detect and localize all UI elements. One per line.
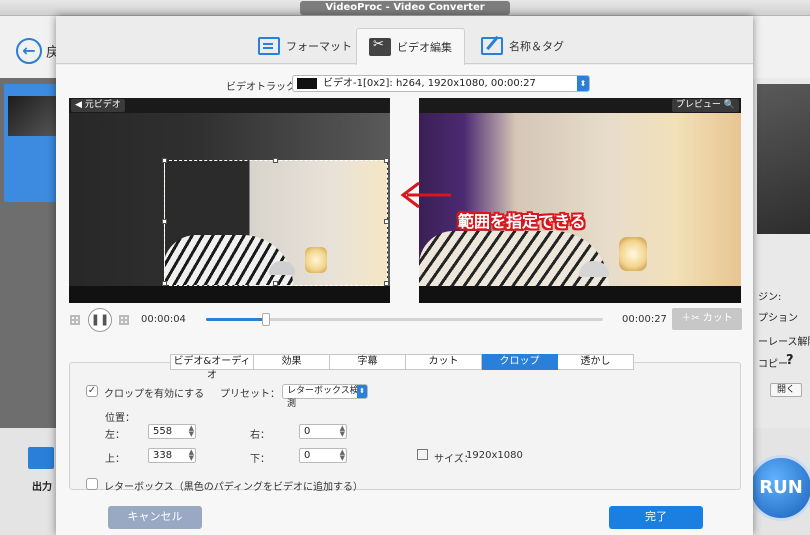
run-button[interactable]: RUN <box>748 455 810 521</box>
preset-select[interactable]: レターボックス検測 ⬍ <box>282 384 368 409</box>
video-track-value: ビデオ-1[0x2]: h264, 1920x1080, 00:00:27 <box>323 78 536 89</box>
right-label-copy[interactable]: コピー <box>758 355 788 370</box>
preset-label: プリセット： <box>220 389 280 400</box>
right-label-deinterlace[interactable]: ーレース解除 <box>758 333 810 348</box>
top-tab-bar: フォーマット ビデオ編集 名称＆タグ <box>56 16 753 65</box>
scene-bed <box>165 235 293 285</box>
video-thumbnail <box>8 96 56 136</box>
preset-value: レターボックス検測 <box>287 386 359 409</box>
back-arrow-icon[interactable]: ← <box>16 38 42 64</box>
crop-right-input[interactable]: 0 ▲ ▼ <box>299 424 347 439</box>
crop-handle-right[interactable] <box>384 219 389 224</box>
crop-handle-top-right[interactable] <box>384 158 389 163</box>
crop-enable-label: クロップを有効にする <box>104 389 205 400</box>
crop-handle-top-left[interactable] <box>162 158 167 163</box>
video-edit-icon <box>369 37 391 56</box>
tab-name-tag-label: 名称＆タグ <box>509 40 564 53</box>
preview-label[interactable]: プレビュー 🔍 <box>671 99 739 112</box>
crop-left-input[interactable]: 558 ▲ ▼ <box>148 424 196 439</box>
stepper-icon[interactable]: ▲ ▼ <box>189 449 194 462</box>
position-label: 位置： <box>105 413 135 424</box>
crop-bottom-input[interactable]: 0 ▲ ▼ <box>299 448 347 463</box>
preview-scene-lamp <box>619 237 647 271</box>
chevron-down-icon: ⬍ <box>577 76 589 91</box>
seek-handle[interactable] <box>261 313 270 326</box>
tab-name-tag[interactable]: 名称＆タグ <box>469 28 576 64</box>
expand-icon <box>417 449 428 460</box>
chevron-down-icon: ⬍ <box>357 385 367 398</box>
format-icon <box>258 37 280 55</box>
seek-bar[interactable] <box>206 313 603 326</box>
crop-bottom-value: 0 <box>304 450 311 461</box>
preview-video-bottom-bar <box>419 286 741 303</box>
preview-video-header: プレビュー 🔍 <box>419 98 741 113</box>
tab-format-label: フォーマット <box>286 40 352 53</box>
open-button[interactable]: 開く <box>770 383 802 397</box>
crop-selection-box[interactable] <box>164 160 388 286</box>
right-label-option[interactable]: プション <box>758 309 798 324</box>
preview-video-view: プレビュー 🔍 <box>419 98 741 303</box>
stepper-icon[interactable]: ▲ ▼ <box>189 425 194 438</box>
preview-scene-bed <box>419 231 609 286</box>
left-label: 左： <box>105 430 125 441</box>
letterbox-label: レターボックス（黒色のパディングをビデオに追加する） <box>104 482 363 493</box>
pause-button[interactable]: ❚❚ <box>88 308 112 332</box>
tab-video-edit[interactable]: ビデオ編集 <box>356 28 465 65</box>
cut-button[interactable]: ＋✂ カット <box>672 308 742 330</box>
crop-settings-box: ✓ クロップを有効にする プリセット： レターボックス検測 ⬍ 位置： 左： 5… <box>69 362 741 493</box>
annotation-arrow-icon <box>400 181 451 209</box>
tab-format[interactable]: フォーマット <box>246 28 364 64</box>
track-thumbnail <box>297 78 317 89</box>
source-video-view[interactable]: ◀ 元ビデオ <box>69 98 390 303</box>
crop-top-input[interactable]: 338 ▲ ▼ <box>148 448 196 463</box>
subtab-effect[interactable]: 効果 <box>254 354 330 370</box>
crop-top-value: 338 <box>153 450 173 461</box>
subtab-subtitle[interactable]: 字幕 <box>330 354 406 370</box>
help-icon[interactable]: ? <box>786 353 794 368</box>
tab-video-edit-label: ビデオ編集 <box>397 41 452 54</box>
frame-grid-icon-right[interactable] <box>119 315 129 325</box>
stepper-icon[interactable]: ▲ ▼ <box>340 449 345 462</box>
subtab-crop[interactable]: クロップ <box>482 354 558 370</box>
right-label: 右： <box>250 430 270 441</box>
crop-handle-left[interactable] <box>162 219 167 224</box>
stepper-icon[interactable]: ▲ ▼ <box>340 425 345 438</box>
subtab-watermark[interactable]: 透かし <box>558 354 634 370</box>
top-label: 上： <box>105 454 125 465</box>
right-label-engine: ジン: <box>758 292 782 303</box>
subtab-cut[interactable]: カット <box>406 354 482 370</box>
bottom-label: 下： <box>250 454 270 465</box>
cancel-button[interactable]: キャンセル <box>108 506 202 529</box>
video-edit-dialog: フォーマット ビデオ編集 名称＆タグ ビデオトラック： ビデオ-1[0x2]: … <box>56 16 753 535</box>
edit-subtabs: ビデオ&オーディオ 効果 字幕 カット クロップ 透かし <box>170 354 634 381</box>
video-track-row: ビデオトラック： ビデオ-1[0x2]: h264, 1920x1080, 00… <box>56 75 753 93</box>
title-bar: VideoProc - Video Converter <box>0 0 810 16</box>
output-label: 出力 <box>32 482 52 493</box>
seek-progress <box>206 318 266 321</box>
subtab-video-audio[interactable]: ビデオ&オーディオ <box>170 354 254 381</box>
source-video-label: ◀ 元ビデオ <box>71 99 125 112</box>
source-video-bottom-bar <box>69 286 390 303</box>
tag-icon <box>481 37 503 55</box>
right-thumbnail <box>757 84 810 234</box>
size-value: 1920x1080 <box>466 450 523 461</box>
current-time: 00:00:04 <box>141 314 186 325</box>
annotation-text: 範囲を指定できる <box>458 212 586 231</box>
source-video-header: ◀ 元ビデオ <box>69 98 390 113</box>
crop-handle-top[interactable] <box>273 158 278 163</box>
playback-controls: ❚❚ 00:00:04 00:00:27 ＋✂ カット <box>56 307 753 333</box>
output-icon[interactable] <box>28 447 54 469</box>
done-button[interactable]: 完了 <box>609 506 703 529</box>
scene-small-lamp <box>269 261 295 275</box>
crop-left-value: 558 <box>153 426 173 437</box>
video-track-select[interactable]: ビデオ-1[0x2]: h264, 1920x1080, 00:00:27 ⬍ <box>292 75 590 92</box>
video-edit-panel: ビデオトラック： ビデオ-1[0x2]: h264, 1920x1080, 00… <box>56 65 753 535</box>
window-title: VideoProc - Video Converter <box>300 1 510 15</box>
crop-right-value: 0 <box>304 426 311 437</box>
crop-enable-checkbox[interactable]: ✓ <box>86 385 98 397</box>
end-time: 00:00:27 <box>622 314 667 325</box>
frame-grid-icon-left[interactable] <box>70 315 80 325</box>
letterbox-checkbox[interactable] <box>86 478 98 490</box>
scene-lamp <box>305 247 327 273</box>
